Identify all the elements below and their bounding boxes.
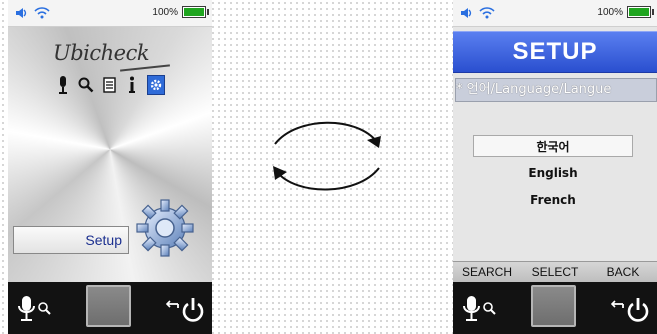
voice-search-key-icon[interactable] [463, 296, 503, 322]
home-screen: Ubicheck Setup [8, 27, 212, 282]
settings-icon[interactable] [147, 75, 165, 95]
setup-title: SETUP [453, 31, 657, 73]
wifi-icon [479, 7, 495, 19]
softkey-bar: SEARCH SELECT BACK [453, 261, 657, 283]
microphone-icon[interactable] [55, 76, 71, 94]
speaker-icon [461, 8, 472, 18]
home-key[interactable] [531, 285, 576, 327]
hardware-keys [8, 282, 212, 334]
app-icon-row [55, 75, 165, 95]
language-menu-item[interactable]: * 언어/Language/Langue [455, 78, 657, 102]
language-option-korean[interactable]: 한국어 [473, 135, 633, 157]
info-icon[interactable] [124, 76, 140, 94]
status-bar: 100% [453, 0, 657, 27]
softkey-select[interactable]: SELECT [521, 262, 589, 283]
swap-arrows-icon [273, 121, 381, 191]
wifi-icon [34, 7, 50, 19]
app-logo: Ubicheck [53, 41, 150, 65]
home-key[interactable] [86, 285, 131, 327]
status-bar: 100% [8, 0, 212, 27]
battery-percent: 100% [597, 6, 623, 18]
gear-icon[interactable] [134, 197, 196, 259]
hardware-keys [453, 282, 657, 334]
setup-label[interactable]: Setup [13, 226, 129, 254]
softkey-search[interactable]: SEARCH [453, 262, 521, 283]
device-home-screen: 100% Ubicheck Setup [8, 0, 212, 334]
battery-icon [627, 6, 654, 18]
back-power-key-icon[interactable] [611, 296, 651, 322]
softkey-back[interactable]: BACK [589, 262, 657, 283]
speaker-icon [16, 8, 27, 18]
search-icon[interactable] [78, 76, 94, 94]
setup-screen: SETUP * 언어/Language/Langue 한국어 English F… [453, 27, 657, 261]
notes-icon[interactable] [101, 76, 117, 94]
language-option-english[interactable]: English [473, 162, 633, 184]
battery-percent: 100% [152, 6, 178, 18]
battery-icon [182, 6, 209, 18]
back-power-key-icon[interactable] [166, 296, 206, 322]
logo-swoosh [120, 64, 170, 72]
device-setup-screen: 100% SETUP * 언어/Language/Langue 한국어 Engl… [453, 0, 657, 334]
voice-search-key-icon[interactable] [18, 296, 58, 322]
language-option-french[interactable]: French [473, 189, 633, 211]
